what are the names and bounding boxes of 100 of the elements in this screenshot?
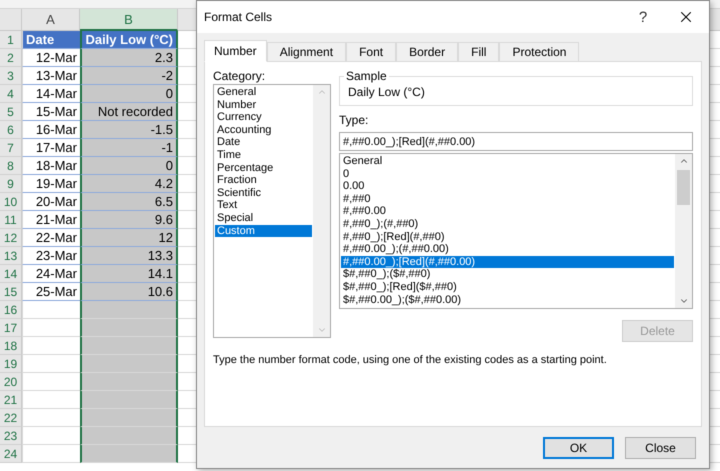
list-item[interactable]: Scientific (215, 186, 312, 200)
row-number[interactable]: 13 (0, 247, 22, 265)
table-cell: 9.6 (80, 211, 178, 229)
list-item[interactable]: #,##0.00 (341, 205, 674, 218)
row-number[interactable]: 4 (0, 85, 22, 103)
list-item[interactable]: Percentage (215, 162, 312, 174)
tab[interactable]: Border (396, 42, 458, 62)
row-number[interactable]: 14 (0, 265, 22, 283)
table-cell: 0 (80, 157, 178, 175)
table-cell (22, 391, 80, 409)
row-number[interactable]: 5 (0, 103, 22, 121)
list-item[interactable]: General (215, 86, 312, 99)
row-number[interactable]: 24 (0, 445, 22, 463)
list-item[interactable]: $#,##0_);($#,##0) (341, 268, 674, 281)
table-cell: 15-Mar (22, 103, 80, 121)
table-cell: 14-Mar (22, 85, 80, 103)
type-field[interactable]: #,##0.00_);[Red](#,##0.00) (339, 132, 693, 151)
table-cell (22, 319, 80, 337)
table-cell: 6.5 (80, 193, 178, 211)
row-number[interactable]: 17 (0, 319, 22, 337)
list-item[interactable]: Number (215, 98, 312, 112)
type-label: Type: (339, 113, 370, 128)
table-cell (22, 301, 80, 319)
row-number[interactable]: 2 (0, 49, 22, 67)
list-item[interactable]: #,##0_);(#,##0) (341, 218, 674, 231)
row-number[interactable]: 19 (0, 355, 22, 373)
table-cell: 20-Mar (22, 193, 80, 211)
close-dialog-button[interactable]: Close (625, 437, 696, 459)
row-number[interactable]: 7 (0, 139, 22, 157)
tab[interactable]: Protection (499, 42, 580, 62)
list-item[interactable]: Time (215, 148, 312, 162)
tab[interactable]: Alignment (266, 42, 346, 62)
list-item[interactable]: $#,##0.00_);($#,##0.00) (341, 294, 674, 306)
table-cell: 21-Mar (22, 211, 80, 229)
table-cell (22, 427, 80, 445)
row-number[interactable]: 23 (0, 427, 22, 445)
row-number[interactable]: 20 (0, 373, 22, 391)
table-cell: Daily Low (°C) (80, 31, 178, 49)
table-cell: 13.3 (80, 247, 178, 265)
list-item[interactable]: #,##0 (341, 192, 674, 206)
row-number[interactable]: 15 (0, 283, 22, 301)
list-item[interactable]: 0 (341, 168, 674, 180)
list-item[interactable]: #,##0.00_);[Red](#,##0.00) (341, 256, 674, 268)
row-number[interactable]: 8 (0, 157, 22, 175)
list-item[interactable]: $#,##0_);[Red]($#,##0) (341, 280, 674, 294)
list-item[interactable]: #,##0_);[Red](#,##0) (341, 230, 674, 244)
list-item[interactable]: Date (215, 136, 312, 149)
list-item[interactable]: Text (215, 199, 312, 212)
list-item[interactable]: #,##0.00_);(#,##0.00) (341, 243, 674, 256)
tab[interactable]: Font (346, 42, 396, 62)
table-cell: 10.6 (80, 283, 178, 301)
row-number[interactable]: 16 (0, 301, 22, 319)
table-cell: 22-Mar (22, 229, 80, 247)
row-number[interactable]: 3 (0, 67, 22, 85)
sample-label: Sample (345, 69, 388, 83)
column-header[interactable]: B (80, 9, 178, 31)
list-item[interactable]: General (341, 155, 674, 168)
list-item[interactable]: 0.00 (341, 180, 674, 193)
table-cell: 23-Mar (22, 247, 80, 265)
list-item[interactable]: Special (215, 212, 312, 225)
help-button[interactable]: ? (623, 2, 663, 32)
description-text: Type the number format code, using one of the existing codes as a starting point. (213, 354, 608, 366)
table-cell: 4.2 (80, 175, 178, 193)
tab[interactable]: Number (204, 40, 267, 62)
table-cell: 17-Mar (22, 139, 80, 157)
table-cell: -1.5 (80, 121, 178, 139)
table-cell: 25-Mar (22, 283, 80, 301)
table-cell: 24-Mar (22, 265, 80, 283)
table-cell: 2.3 (80, 49, 178, 67)
table-cell (22, 337, 80, 355)
table-cell (22, 373, 80, 391)
row-number[interactable]: 1 (0, 31, 22, 49)
select-all-corner[interactable] (0, 9, 22, 31)
table-cell: -1 (80, 139, 178, 157)
scroll-thumb[interactable] (677, 170, 690, 205)
format-list[interactable]: General 0 0.00 #,##0 #,##0.00 #,##0_);(#,##0) #,##0_);[Red](#,##0) #,##0.00_);(#,##0.00) #,##0.00_);[Red](#,##0.00) $#,##0_);($#,##0) $#,##0_);[Red]($#,##0) $#,##0.00_);($#,##0.00) (339, 153, 693, 309)
table-cell: 13-Mar (22, 67, 80, 85)
list-item[interactable]: Custom (215, 224, 312, 238)
table-cell: 14.1 (80, 265, 178, 283)
row-number[interactable]: 10 (0, 193, 22, 211)
row-number[interactable]: 18 (0, 337, 22, 355)
column-header[interactable]: A (22, 9, 80, 31)
list-item[interactable]: Fraction (215, 174, 312, 187)
row-number[interactable]: 22 (0, 409, 22, 427)
row-number[interactable]: 12 (0, 229, 22, 247)
table-cell (22, 355, 80, 373)
list-item[interactable]: Currency (215, 111, 312, 124)
row-number[interactable]: 9 (0, 175, 22, 193)
tab[interactable]: Fill (458, 42, 500, 62)
category-list[interactable]: General Number Currency Accounting Date Time Percentage Fraction Scientific Text Special Custom (213, 84, 331, 338)
table-cell (22, 445, 80, 463)
row-number[interactable]: 6 (0, 121, 22, 139)
list-item[interactable]: Accounting (215, 124, 312, 136)
row-number[interactable]: 11 (0, 211, 22, 229)
ok-button[interactable]: OK (543, 437, 614, 459)
window-title: Format Cells (204, 10, 274, 24)
table-cell: 0 (80, 85, 178, 103)
table-cell: 16-Mar (22, 121, 80, 139)
table-cell: 12-Mar (22, 49, 80, 67)
row-number[interactable]: 21 (0, 391, 22, 409)
